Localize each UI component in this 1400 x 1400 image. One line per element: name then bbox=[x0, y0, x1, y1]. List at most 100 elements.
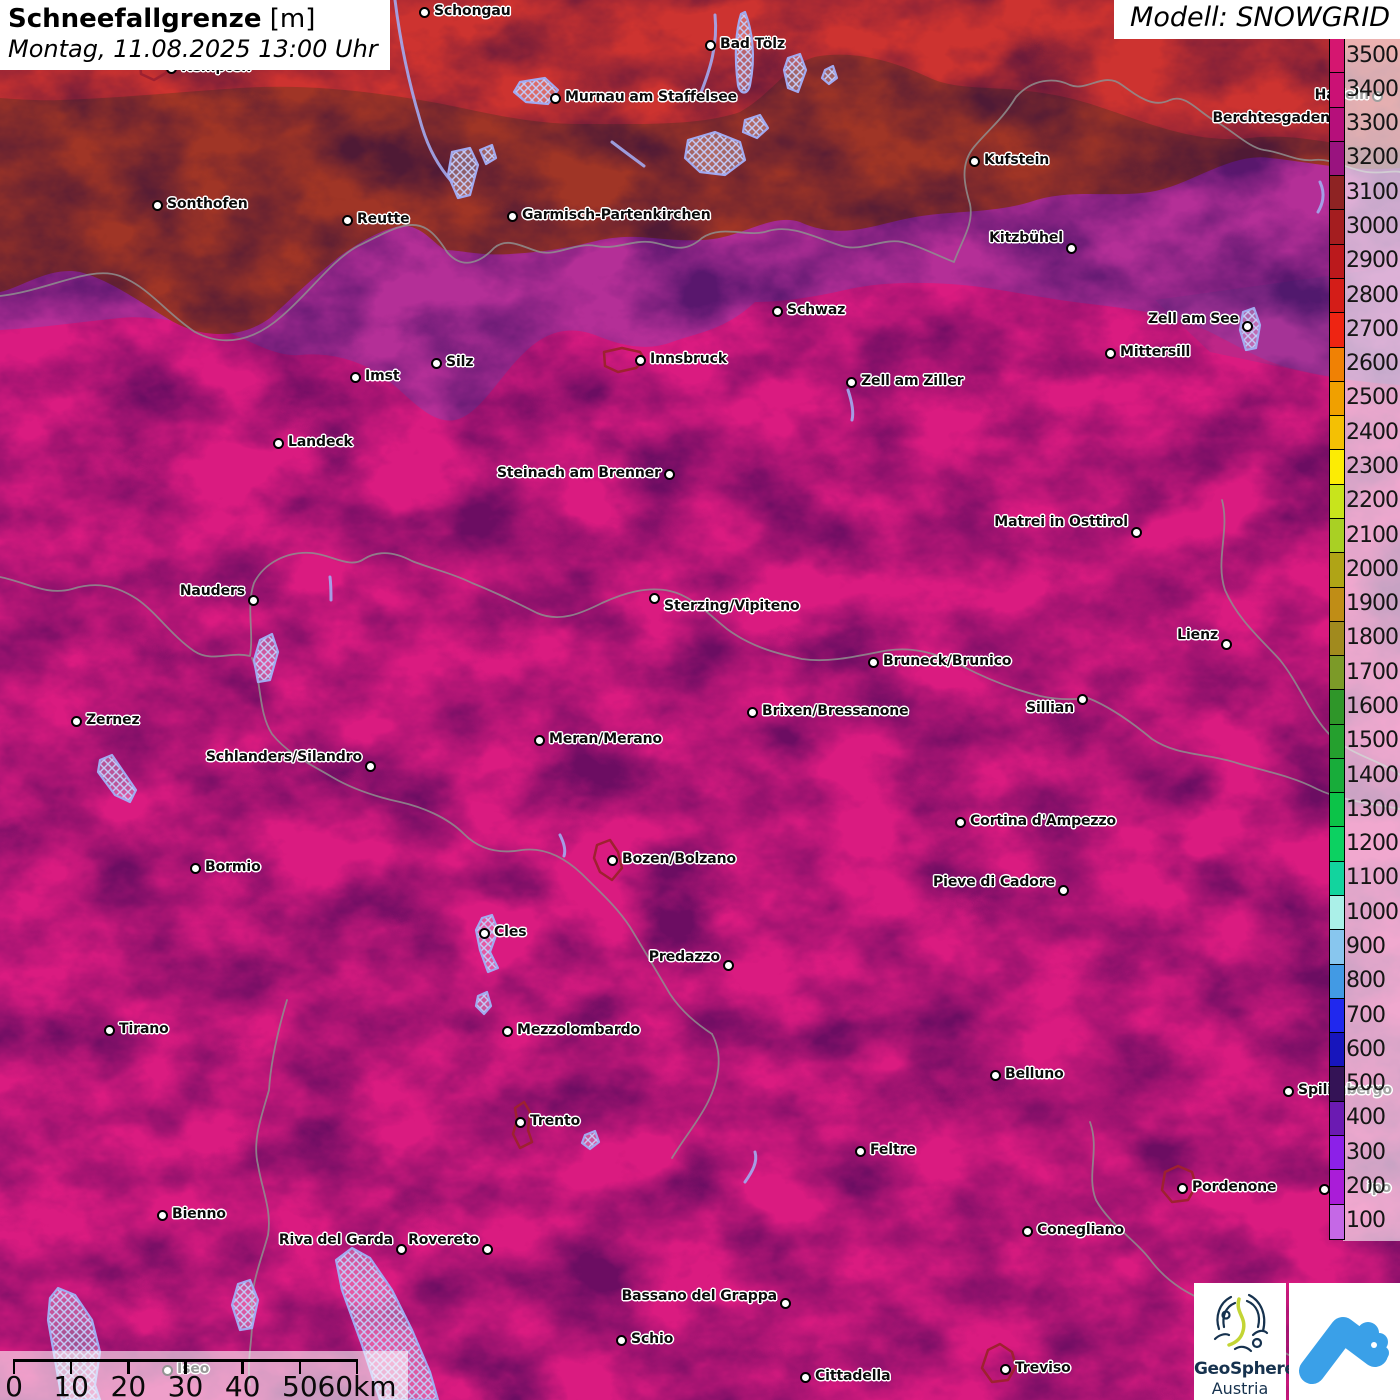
city-label: Rovereto bbox=[408, 1232, 479, 1248]
city-label: Bienno bbox=[172, 1206, 226, 1222]
legend-value-label: 1300 bbox=[1346, 796, 1399, 822]
legend-cell bbox=[1330, 827, 1344, 862]
city-label: Lienz bbox=[1177, 627, 1218, 643]
legend-cell bbox=[1330, 690, 1344, 725]
city-label: Silz bbox=[446, 354, 474, 370]
city-label: Kitzbühel bbox=[989, 230, 1063, 246]
city-dot bbox=[431, 358, 443, 370]
legend-value-label: 2700 bbox=[1346, 316, 1399, 342]
city-label: Steinach am Brenner bbox=[496, 465, 661, 481]
city-label: Garmisch-Partenkirchen bbox=[522, 207, 711, 223]
geosphere-contour-icon bbox=[1213, 1293, 1269, 1353]
legend-cell bbox=[1330, 73, 1344, 108]
legend-value-label: 2800 bbox=[1346, 282, 1399, 308]
scalebar-label: 60km bbox=[317, 1370, 397, 1400]
legend-value-label: 2400 bbox=[1346, 419, 1399, 445]
city-dot bbox=[616, 1335, 628, 1347]
snowline-map-product: SchongauBad TölzKemptenMurnau am Staffel… bbox=[0, 0, 1400, 1400]
city-dot bbox=[534, 735, 546, 747]
legend-value-label: 3000 bbox=[1346, 214, 1399, 240]
legend-cell bbox=[1330, 656, 1344, 691]
legend-cell bbox=[1330, 313, 1344, 348]
city-dot bbox=[705, 40, 717, 52]
city-label: Cittadella bbox=[815, 1368, 891, 1384]
legend-cell bbox=[1330, 724, 1344, 759]
city-label: Treviso bbox=[1015, 1360, 1071, 1376]
legend-value-label: 3300 bbox=[1346, 111, 1399, 137]
model-label: Modell: SNOWGRID bbox=[1114, 0, 1400, 39]
city-label: Mezzolombardo bbox=[517, 1022, 641, 1038]
city-dot bbox=[990, 1070, 1002, 1082]
city-label: Cles bbox=[494, 924, 527, 940]
legend-cell bbox=[1330, 244, 1344, 279]
city-label: Reutte bbox=[357, 211, 410, 227]
title-text: Schneefallgrenze bbox=[8, 4, 262, 34]
city-label: Belluno bbox=[1005, 1066, 1064, 1082]
geosphere-name: GeoSphere bbox=[1194, 1359, 1296, 1379]
legend-cell bbox=[1330, 176, 1344, 211]
geosphere-country: Austria bbox=[1211, 1379, 1269, 1398]
legend-value-label: 1200 bbox=[1346, 831, 1399, 857]
city-label: Meran/Merano bbox=[549, 731, 663, 747]
city-dot bbox=[550, 93, 562, 105]
legend-value-label: 2100 bbox=[1346, 522, 1399, 548]
legend-value-label: 3400 bbox=[1346, 76, 1399, 102]
legend-value-label: 700 bbox=[1346, 1002, 1386, 1028]
city-dot bbox=[780, 1298, 792, 1310]
city-label: Berchtesgaden bbox=[1212, 110, 1330, 126]
city-label: Innsbruck bbox=[650, 351, 728, 367]
scalebar: 0 10 20 30 40 50 60km bbox=[0, 1351, 408, 1400]
mountain-logo-icon bbox=[1299, 1317, 1389, 1384]
legend-cell bbox=[1330, 381, 1344, 417]
city-dot bbox=[342, 215, 354, 227]
legend-cell bbox=[1330, 587, 1344, 622]
city-label: Imst bbox=[365, 368, 400, 384]
legend-cell bbox=[1330, 518, 1344, 554]
city-dot bbox=[479, 928, 491, 940]
legend-cell bbox=[1330, 416, 1344, 451]
avalanche-logo-box bbox=[1289, 1283, 1400, 1400]
city-dot bbox=[1283, 1086, 1295, 1098]
city-label: Pordenone bbox=[1192, 1179, 1277, 1195]
legend-value-label: 900 bbox=[1346, 933, 1386, 959]
legend-value-label: 1700 bbox=[1346, 659, 1399, 685]
city-dot bbox=[664, 469, 676, 481]
city-label: Bormio bbox=[205, 859, 261, 875]
legend-value-label: 3200 bbox=[1346, 145, 1399, 171]
city-dot bbox=[248, 595, 260, 607]
city-label: Brixen/Bressanone bbox=[762, 703, 909, 719]
city-label: Schongau bbox=[434, 3, 511, 19]
city-dot bbox=[1177, 1183, 1189, 1195]
city-dot bbox=[419, 7, 431, 19]
legend-value-label: 2500 bbox=[1346, 385, 1399, 411]
legend-cell bbox=[1330, 1170, 1344, 1205]
city-dot bbox=[273, 438, 285, 450]
legend-value-label: 1600 bbox=[1346, 693, 1399, 719]
city-dot bbox=[190, 863, 202, 875]
city-label: Pieve di Cadore bbox=[932, 874, 1055, 890]
geosphere-logo: GeoSphere Austria bbox=[1194, 1283, 1296, 1400]
city-label: Bassano del Grappa bbox=[621, 1288, 778, 1304]
city-dot bbox=[1058, 885, 1070, 897]
legend-value-label: 2900 bbox=[1346, 248, 1399, 274]
city-label: Schlanders/Silandro bbox=[205, 749, 362, 765]
legend-cell bbox=[1330, 861, 1344, 897]
legend-value-label: 400 bbox=[1346, 1105, 1386, 1131]
city-dot bbox=[1105, 348, 1117, 360]
city-dot bbox=[157, 1210, 169, 1222]
legend-value-label: 600 bbox=[1346, 1036, 1386, 1062]
legend-cell bbox=[1330, 141, 1344, 177]
city-label: Schwaz bbox=[787, 302, 846, 318]
legend-cell bbox=[1330, 107, 1344, 142]
city-label: Zell am See bbox=[1147, 311, 1239, 327]
legend-value-label: 2300 bbox=[1346, 454, 1399, 480]
title-datetime: Montag, 11.08.2025 13:00 Uhr bbox=[8, 35, 378, 63]
city-dot bbox=[868, 657, 880, 669]
city-dot bbox=[723, 960, 735, 972]
city-label: Conegliano bbox=[1037, 1222, 1125, 1238]
legend-cell bbox=[1330, 553, 1344, 588]
city-label: Landeck bbox=[288, 434, 353, 450]
legend-cell bbox=[1330, 1204, 1344, 1239]
title-unit: [m] bbox=[269, 4, 316, 34]
legend-cell bbox=[1330, 793, 1344, 828]
